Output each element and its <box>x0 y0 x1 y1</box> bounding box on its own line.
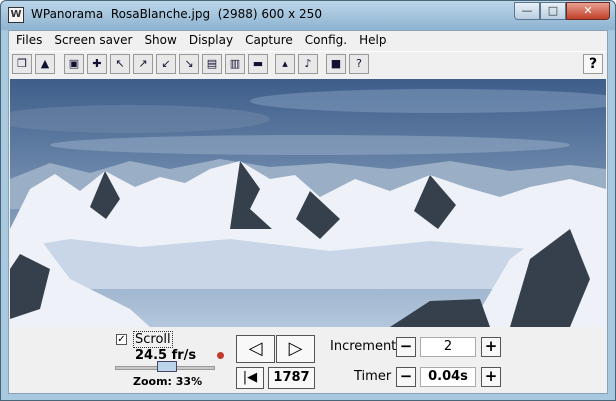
timer-increase-button[interactable]: + <box>481 367 501 387</box>
zoom-readout: Zoom: 33% <box>133 375 203 388</box>
fit-height-icon[interactable]: ▥ <box>225 54 245 74</box>
speed-indicator-icon <box>217 352 224 359</box>
increment-decrease-button[interactable]: − <box>396 337 416 357</box>
increment-label: Increment <box>330 339 397 354</box>
app-window: W WPanorama RosaBlanche.jpg (2988) 600 x… <box>0 0 616 401</box>
panorama-drawing <box>10 79 606 327</box>
sound-icon[interactable]: ♪ <box>298 54 318 74</box>
menu-show[interactable]: Show <box>138 31 182 50</box>
book-icon[interactable]: ■ <box>326 54 346 74</box>
help-button[interactable]: ? <box>583 54 603 74</box>
menu-bar: Files Screen saver Show Display Capture … <box>9 31 607 50</box>
close-button[interactable]: ✕ <box>566 2 610 20</box>
increment-increase-button[interactable]: + <box>481 337 501 357</box>
caption-buttons: — □ ✕ <box>514 2 610 20</box>
cloud-band <box>50 135 570 155</box>
panorama-image[interactable] <box>10 79 606 327</box>
scroll-checkbox[interactable]: ✓ <box>116 334 127 345</box>
expand-bottom-icon[interactable]: ↘ <box>179 54 199 74</box>
window-title: WPanorama RosaBlanche.jpg (2988) 600 x 2… <box>31 7 322 21</box>
client-area: Files Screen saver Show Display Capture … <box>8 30 608 394</box>
position-display: 1787 <box>268 367 315 389</box>
menu-help[interactable]: Help <box>353 31 392 50</box>
fullscreen-icon[interactable]: ▣ <box>64 54 84 74</box>
shrink-bottom-icon[interactable]: ↙ <box>156 54 176 74</box>
menu-screen-saver[interactable]: Screen saver <box>48 31 138 50</box>
first-frame-button[interactable]: |◀ <box>236 367 264 389</box>
control-panel: ✓ Scroll 24.5 fr/s Zoom: 33% ◁ ▷ |◀ 1787… <box>9 327 607 393</box>
menu-config[interactable]: Config. <box>299 31 353 50</box>
menu-capture[interactable]: Capture <box>239 31 299 50</box>
previous-button[interactable]: ◁ <box>236 335 275 363</box>
context-help-icon[interactable]: ? <box>349 54 369 74</box>
expand-right-icon[interactable]: ↗ <box>133 54 153 74</box>
maximize-button[interactable]: □ <box>540 2 566 20</box>
title-bar[interactable]: W WPanorama RosaBlanche.jpg (2988) 600 x… <box>1 1 615 29</box>
app-icon[interactable]: W <box>8 7 24 23</box>
flatten-icon[interactable]: ▴ <box>275 54 295 74</box>
increment-value[interactable]: 2 <box>420 337 476 357</box>
zoom-slider-thumb[interactable] <box>157 361 178 372</box>
fit-width-icon[interactable]: ▬ <box>248 54 268 74</box>
open-file-icon[interactable]: ❐ <box>12 54 32 74</box>
timer-decrease-button[interactable]: − <box>396 367 416 387</box>
menu-files[interactable]: Files <box>9 31 48 50</box>
timer-label: Timer <box>354 369 392 384</box>
picture-icon[interactable]: ▲ <box>35 54 55 74</box>
minimize-button[interactable]: — <box>514 2 540 20</box>
next-button[interactable]: ▷ <box>276 335 315 363</box>
shrink-left-icon[interactable]: ↖ <box>110 54 130 74</box>
menu-display[interactable]: Display <box>183 31 239 50</box>
toolbar: ❐ ▲ ▣ ✚ ↖ ↗ ↙ ↘ ▤ ▥ ▬ ▴ ♪ ■ ? ? <box>9 51 607 78</box>
timer-value[interactable]: 0.04s <box>420 367 476 387</box>
move-arrows-icon[interactable]: ✚ <box>87 54 107 74</box>
scroll-label[interactable]: Scroll <box>133 331 173 348</box>
fit-window-icon[interactable]: ▤ <box>202 54 222 74</box>
